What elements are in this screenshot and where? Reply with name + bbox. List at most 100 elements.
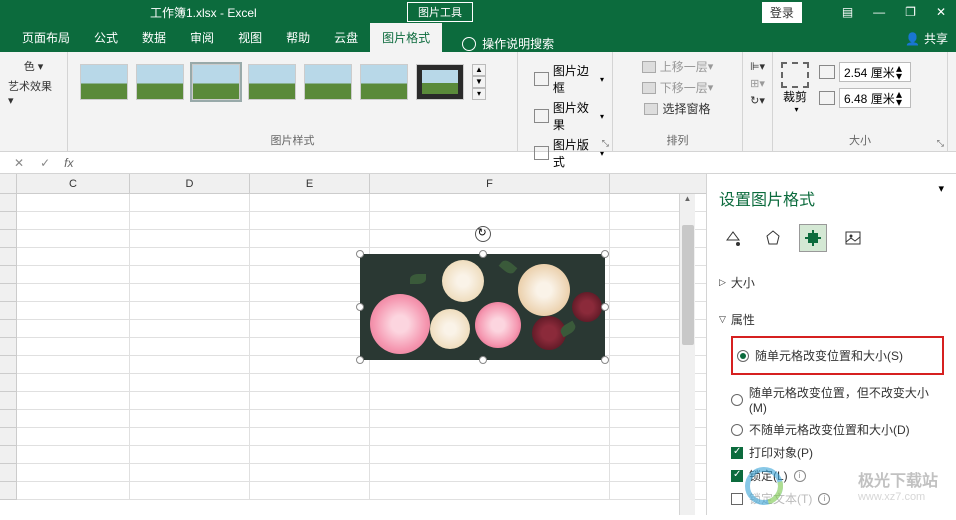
styles-scroll-down[interactable]: ▼ (472, 76, 486, 88)
resize-handle-br[interactable] (601, 356, 609, 364)
tab-help[interactable]: 帮助 (274, 23, 322, 52)
inserted-picture[interactable] (360, 254, 605, 360)
resize-handle-t[interactable] (479, 250, 487, 258)
radio-move-and-size[interactable]: 随单元格改变位置和大小(S) (737, 344, 938, 367)
send-backward-button: 下移一层 ▾ (642, 77, 714, 98)
watermark-url: www.xz7.com (858, 491, 938, 503)
width-input[interactable]: 6.48 厘米▴▾ (839, 88, 911, 108)
styles-group-label: 图片样式 (68, 132, 517, 148)
radio-move-no-size[interactable]: 随单元格改变位置，但不改变大小(M) (731, 381, 944, 418)
tab-pagelayout[interactable]: 页面布局 (10, 23, 82, 52)
checkbox-icon (731, 493, 743, 505)
picture-style-1[interactable] (80, 64, 128, 100)
border-icon (534, 72, 549, 86)
width-icon (819, 91, 835, 105)
tab-cloud[interactable]: 云盘 (322, 23, 370, 52)
styles-scroll-up[interactable]: ▲ (472, 64, 486, 76)
worksheet-area: C D E F (0, 174, 956, 515)
arrange-group-label: 排列 (613, 132, 742, 148)
height-input[interactable]: 2.54 厘米▴▾ (839, 62, 911, 82)
picture-tab-icon[interactable] (839, 224, 867, 252)
picture-border-button[interactable]: 图片边框▾ (534, 62, 604, 96)
info-icon: i (818, 493, 830, 505)
scroll-up-icon[interactable]: ▲ (680, 194, 695, 209)
color-button[interactable]: 色 ▾ (24, 56, 44, 76)
styles-expand[interactable]: ▾ (472, 88, 486, 100)
bulb-icon (462, 37, 476, 51)
crop-button[interactable]: 裁剪 ▾ (781, 62, 809, 114)
minimize-icon[interactable]: — (863, 1, 895, 23)
tab-view[interactable]: 视图 (226, 23, 274, 52)
crop-icon (781, 62, 809, 88)
rotate-button[interactable]: ↻▾ (750, 92, 765, 109)
arrange-group: 上移一层 ▾ 下移一层 ▾ 选择窗格 排列 (613, 52, 743, 151)
pane-options-icon[interactable]: ▾ (938, 182, 944, 195)
column-header-f[interactable]: F (370, 174, 610, 193)
column-header-e[interactable]: E (250, 174, 370, 193)
picture-style-6[interactable] (360, 64, 408, 100)
column-header-c[interactable]: C (17, 174, 130, 193)
checkbox-icon (731, 470, 743, 482)
resize-handle-bl[interactable] (356, 356, 364, 364)
size-properties-tab-icon[interactable] (799, 224, 827, 252)
ribbon-tabs: 页面布局 公式 数据 审阅 视图 帮助 云盘 图片格式 操作说明搜索 👤 共享 (0, 24, 956, 52)
picture-options-group: 图片边框▾ 图片效果▾ 图片版式▾ ⤡ (518, 52, 613, 151)
artistic-effects-button[interactable]: 艺术效果 ▾ (8, 76, 59, 109)
select-all-corner[interactable] (0, 174, 17, 193)
tell-me-search[interactable]: 操作说明搜索 (462, 35, 554, 52)
rotate-handle[interactable] (475, 226, 491, 242)
fill-tab-icon[interactable] (719, 224, 747, 252)
effects-icon (534, 109, 549, 123)
picture-style-7[interactable] (416, 64, 464, 100)
resize-handle-tr[interactable] (601, 250, 609, 258)
radio-no-move-no-size[interactable]: 不随单元格改变位置和大小(D) (731, 418, 944, 441)
radio-icon (731, 424, 743, 436)
restore-icon[interactable]: ❐ (895, 1, 926, 23)
align-button[interactable]: ⊫▾ (750, 58, 765, 75)
checkbox-print[interactable]: 打印对象(P) (731, 441, 944, 464)
picture-styles-group: ▲ ▼ ▾ 图片样式 (68, 52, 518, 151)
highlighted-option-box: 随单元格改变位置和大小(S) (731, 336, 944, 375)
resize-handle-l[interactable] (356, 303, 364, 311)
resize-handle-tl[interactable] (356, 250, 364, 258)
tab-formulas[interactable]: 公式 (82, 23, 130, 52)
picture-style-4[interactable] (248, 64, 296, 100)
chevron-down-icon: ▾ (794, 105, 798, 114)
formula-bar: ✕ ✓ fx (0, 152, 956, 174)
picture-style-2[interactable] (136, 64, 184, 100)
tab-review[interactable]: 审阅 (178, 23, 226, 52)
bring-forward-icon (642, 61, 656, 73)
picture-effects-button[interactable]: 图片效果▾ (534, 99, 604, 133)
scroll-thumb[interactable] (682, 225, 694, 345)
properties-section-header[interactable]: ▽属性 (719, 307, 944, 332)
ribbon-display-options-icon[interactable]: ▤ (832, 1, 863, 23)
selection-pane-button[interactable]: 选择窗格 (644, 98, 710, 119)
resize-handle-b[interactable] (479, 356, 487, 364)
login-button[interactable]: 登录 (762, 2, 802, 23)
watermark: 极光下载站 www.xz7.com (858, 467, 938, 503)
effects-tab-icon[interactable] (759, 224, 787, 252)
size-section-header[interactable]: ▷大小 (719, 270, 944, 295)
styles-launcher-icon[interactable]: ⤡ (602, 138, 609, 149)
picture-style-5[interactable] (304, 64, 352, 100)
format-category-tabs (719, 220, 944, 264)
watermark-logo-icon (745, 467, 783, 505)
tab-picture-format[interactable]: 图片格式 (370, 23, 442, 52)
column-header-d[interactable]: D (130, 174, 250, 193)
picture-layout-button[interactable]: 图片版式▾ (534, 136, 604, 170)
tab-data[interactable]: 数据 (130, 23, 178, 52)
formula-cancel-icon: ✕ (6, 156, 32, 170)
size-launcher-icon[interactable]: ⤡ (937, 138, 944, 149)
radio-icon (731, 394, 743, 406)
document-title: 工作簿1.xlsx - Excel (0, 4, 257, 21)
info-icon[interactable]: i (794, 470, 806, 482)
fx-icon[interactable]: fx (58, 156, 79, 170)
resize-handle-r[interactable] (601, 303, 609, 311)
vertical-scrollbar[interactable]: ▲ (679, 194, 695, 515)
close-icon[interactable]: ✕ (926, 1, 956, 23)
share-button[interactable]: 👤 共享 (905, 30, 948, 47)
size-group-label: 大小 (773, 132, 947, 148)
width-input-row: 6.48 厘米▴▾ (819, 88, 911, 108)
checkbox-icon (731, 447, 743, 459)
picture-style-3[interactable] (192, 64, 240, 100)
